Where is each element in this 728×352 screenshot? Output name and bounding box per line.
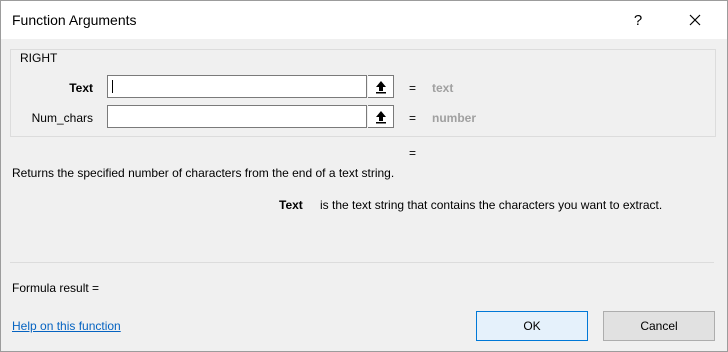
arg-help-name: Text [279, 198, 303, 212]
title-bar: Function Arguments ? [1, 1, 727, 39]
help-on-function-link[interactable]: Help on this function [12, 319, 121, 333]
help-icon: ? [633, 11, 643, 29]
collapse-arrow-icon [375, 110, 386, 123]
separator [10, 262, 714, 263]
text-arg-hint: text [432, 81, 454, 95]
arg-help-text: is the text string that contains the cha… [320, 198, 663, 212]
function-arguments-dialog: Function Arguments ? RIGHT Text = text N… [0, 0, 728, 352]
text-arg-input[interactable] [107, 75, 367, 98]
function-description: Returns the specified number of characte… [12, 166, 395, 180]
text-arg-label: Text [69, 81, 93, 95]
collapse-arrow-icon [375, 80, 386, 93]
num-chars-arg-input[interactable] [107, 105, 367, 128]
num-chars-collapse-button[interactable] [368, 105, 394, 128]
close-icon [689, 14, 701, 26]
num-chars-arg-label: Num_chars [31, 111, 93, 125]
dialog-title: Function Arguments [12, 12, 137, 28]
cancel-button-label: Cancel [640, 319, 678, 333]
function-result-equals: = [409, 146, 417, 160]
text-collapse-button[interactable] [368, 75, 394, 98]
cancel-button[interactable]: Cancel [603, 311, 715, 341]
text-cursor [112, 80, 113, 93]
ok-button-label: OK [523, 319, 541, 333]
function-name-label: RIGHT [20, 51, 58, 65]
help-button[interactable]: ? [616, 5, 660, 35]
num-chars-arg-hint: number [432, 111, 477, 125]
ok-button[interactable]: OK [476, 311, 588, 341]
close-button[interactable] [673, 5, 717, 35]
num-chars-arg-equals: = [409, 111, 417, 125]
text-arg-equals: = [409, 81, 417, 95]
formula-result: Formula result = [12, 281, 100, 295]
